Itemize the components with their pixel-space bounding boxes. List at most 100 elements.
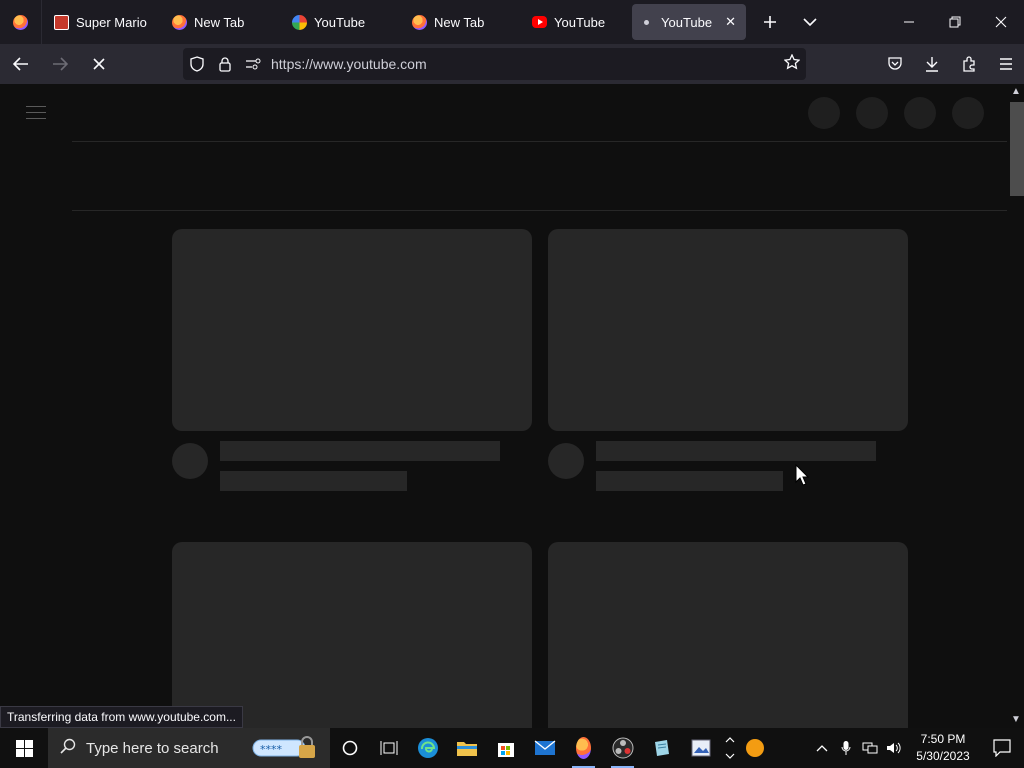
skeleton-circle — [904, 97, 936, 129]
mail-icon — [534, 740, 555, 755]
close-icon — [995, 16, 1007, 28]
page-scrollbar[interactable]: ▲ ▼ — [1007, 84, 1024, 728]
minimize-button[interactable] — [886, 0, 932, 44]
task-view-button[interactable] — [369, 728, 408, 768]
new-tab-button[interactable] — [750, 0, 790, 44]
firefox-app[interactable] — [564, 728, 603, 768]
app-menu-button[interactable] — [988, 48, 1024, 80]
thumbnail-skeleton — [548, 229, 908, 431]
system-tray: 7:50 PM 5/30/2023 — [810, 728, 1024, 768]
screen-tool-app[interactable] — [681, 728, 720, 768]
task-view-icon — [380, 741, 397, 755]
tab-youtube-google[interactable]: YouTube — [280, 0, 400, 44]
edge-app[interactable] — [408, 728, 447, 768]
scrollbar-thumb[interactable] — [1010, 102, 1024, 196]
search-icon — [60, 738, 76, 759]
subtitle-skeleton — [220, 471, 407, 491]
plus-icon — [764, 16, 776, 28]
minimize-icon — [904, 21, 914, 23]
url-bar[interactable]: https://www.youtube.com — [183, 48, 806, 80]
bookmark-star-icon[interactable] — [783, 53, 801, 75]
video-skeleton-card — [172, 229, 532, 491]
hamburger-menu-icon — [1000, 58, 1012, 70]
thumbnail-skeleton — [172, 542, 532, 728]
close-tab-icon[interactable]: ✕ — [725, 14, 736, 30]
mail-app[interactable] — [525, 728, 564, 768]
file-explorer-app[interactable] — [447, 728, 486, 768]
stop-loading-icon — [93, 58, 105, 70]
lock-icon[interactable] — [211, 56, 239, 72]
taskbar-scroll-button[interactable] — [720, 728, 740, 768]
tab-youtube[interactable]: YouTube — [520, 0, 628, 44]
taskbar-search-box[interactable]: Type here to search **** — [48, 728, 330, 768]
nav-toolbar: https://www.youtube.com — [0, 44, 1024, 84]
tab-new-tab-2[interactable]: New Tab — [400, 0, 520, 44]
skeleton-circle — [808, 97, 840, 129]
restore-icon — [949, 16, 961, 28]
network-icon — [862, 742, 878, 754]
avatar-skeleton — [548, 443, 584, 479]
scroll-down-arrow-icon[interactable]: ▼ — [1010, 714, 1022, 726]
guide-menu-icon[interactable] — [26, 106, 46, 124]
loading-dot-icon — [644, 19, 649, 25]
video-skeleton-card — [548, 542, 908, 728]
thumbnail-skeleton — [548, 542, 908, 728]
svg-text:****: **** — [260, 743, 283, 756]
clock-date: 5/30/2023 — [916, 749, 970, 763]
action-center-button[interactable] — [980, 739, 1024, 757]
extensions-button[interactable] — [951, 48, 987, 80]
pocket-icon — [888, 57, 902, 70]
downloads-button[interactable] — [914, 48, 950, 80]
forward-button[interactable] — [42, 48, 78, 80]
microphone-tray-button[interactable] — [834, 740, 858, 756]
cortana-button[interactable] — [330, 728, 369, 768]
title-skeleton — [220, 441, 500, 461]
tracking-protection-icon[interactable] — [183, 56, 211, 72]
taskbar-clock[interactable]: 7:50 PM 5/30/2023 — [906, 731, 980, 765]
skeleton-circle — [952, 97, 984, 129]
image-editor-icon — [691, 739, 710, 757]
password-lock-icon: **** — [252, 736, 322, 758]
scroll-up-arrow-icon[interactable]: ▲ — [1010, 86, 1022, 98]
thumbnail-skeleton — [172, 229, 532, 431]
tab-strip: Super Mario W New Tab YouTube New Tab Yo… — [0, 0, 1024, 44]
tab-youtube-active[interactable]: YouTube ✕ — [632, 4, 746, 40]
microsoft-store-app[interactable] — [486, 728, 525, 768]
list-all-tabs-button[interactable] — [790, 0, 830, 44]
start-button[interactable] — [0, 728, 48, 768]
tab-super-mario[interactable]: Super Mario W — [42, 0, 160, 44]
arrow-right-icon — [53, 57, 68, 71]
restore-button[interactable] — [932, 0, 978, 44]
skeleton-circle — [856, 97, 888, 129]
store-bag-icon — [497, 743, 514, 757]
download-icon — [926, 57, 938, 72]
youtube-icon — [532, 16, 547, 28]
orange-circle-icon — [746, 739, 764, 757]
show-hidden-icons-button[interactable] — [810, 744, 834, 752]
status-panel: Transferring data from www.youtube.com..… — [0, 706, 243, 728]
title-skeleton — [596, 441, 876, 461]
pocket-button[interactable] — [877, 48, 913, 80]
firefox-icon — [172, 14, 187, 30]
close-window-button[interactable] — [978, 0, 1024, 44]
scroll-arrows-icon — [725, 737, 735, 759]
back-button[interactable] — [3, 48, 39, 80]
divider — [72, 141, 1007, 142]
tab-new-tab-1[interactable]: New Tab — [160, 0, 280, 44]
tab-label: YouTube — [661, 14, 713, 30]
avatar-skeleton — [172, 443, 208, 479]
divider — [72, 210, 1007, 211]
notepad-icon — [654, 740, 669, 756]
obs-app[interactable] — [603, 728, 642, 768]
url-text[interactable]: https://www.youtube.com — [271, 56, 427, 72]
cortana-circle-icon — [342, 740, 357, 756]
youtube-page: ▲ ▼ Transferring data from www.youtube.c… — [0, 84, 1024, 728]
notepad-app[interactable] — [642, 728, 681, 768]
volume-tray-button[interactable] — [882, 741, 906, 755]
firefox-view-button[interactable] — [0, 0, 42, 44]
stop-button[interactable] — [81, 48, 117, 80]
orange-app[interactable] — [740, 728, 770, 768]
network-tray-button[interactable] — [858, 741, 882, 755]
subtitle-skeleton — [596, 471, 783, 491]
permissions-icon[interactable] — [239, 58, 267, 70]
